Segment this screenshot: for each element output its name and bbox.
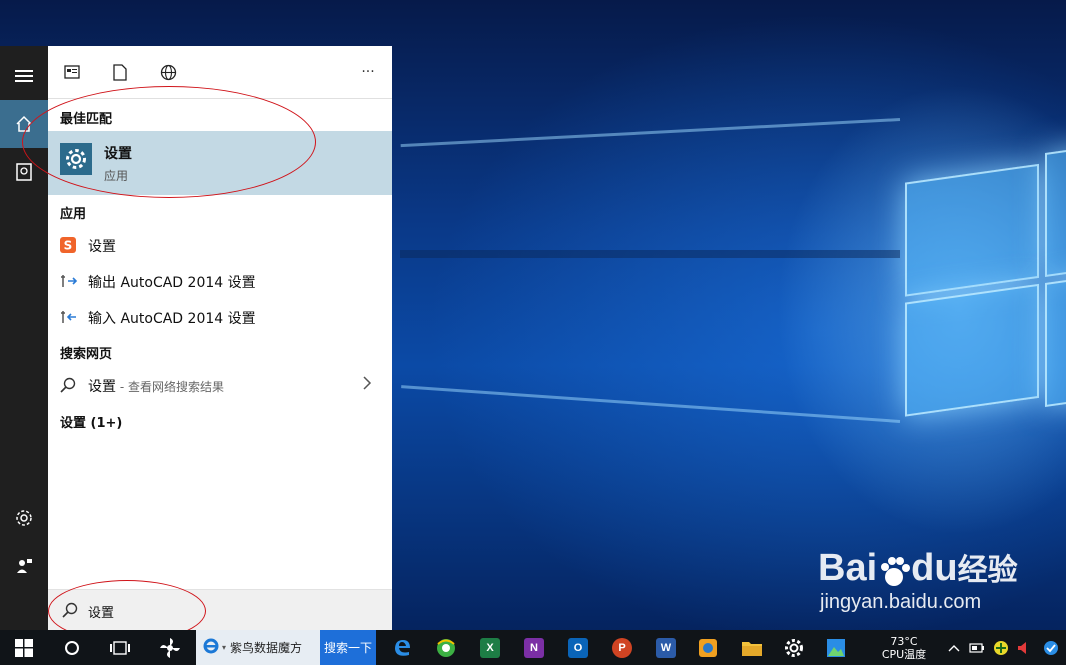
- watermark-cn: 经验: [957, 554, 1018, 587]
- annotation-ellipse: [22, 86, 316, 198]
- watermark-url: jingyan.baidu.com: [820, 591, 982, 613]
- taskbar-search-text: 紫鸟数据魔方: [230, 641, 303, 655]
- web-search-label: 设置 - 查看网络搜索结果: [88, 376, 224, 396]
- web-search-header: 搜索网页: [60, 347, 113, 362]
- list-item[interactable]: 输入 AutoCAD 2014 设置: [48, 299, 392, 335]
- word-icon[interactable]: W: [648, 630, 684, 665]
- taskbar-search-field[interactable]: ▾ 紫鸟数据魔方: [196, 630, 320, 665]
- search-icon: [60, 377, 76, 393]
- volume-muted-icon[interactable]: [1014, 630, 1036, 665]
- cortana-icon[interactable]: [52, 630, 92, 665]
- taskbar: ▾ 紫鸟数据魔方 搜索一下 X N O P W 73°C CPU温度: [0, 630, 1066, 665]
- file-explorer-icon[interactable]: [734, 630, 770, 665]
- edge-icon[interactable]: [384, 630, 420, 665]
- watermark-brand-2: du: [911, 547, 958, 589]
- sogou-s-icon: S: [60, 237, 76, 253]
- security-plus-icon[interactable]: [990, 630, 1012, 665]
- import-settings-icon: [60, 309, 76, 325]
- excel-icon[interactable]: X: [472, 630, 508, 665]
- dropdown-caret-icon: ▾: [222, 643, 227, 652]
- windows-logo-light: [895, 136, 1066, 424]
- battery-icon[interactable]: [966, 630, 988, 665]
- export-settings-icon: [60, 273, 78, 289]
- browser-green-icon[interactable]: [428, 630, 464, 665]
- globe-icon[interactable]: [158, 62, 178, 82]
- svg-text:S: S: [64, 239, 73, 253]
- app-item-label: 设置: [88, 239, 116, 255]
- powerpoint-icon[interactable]: P: [604, 630, 640, 665]
- ie-icon: [202, 637, 220, 659]
- onenote-icon[interactable]: N: [516, 630, 552, 665]
- web-search-item[interactable]: 设置 - 查看网络搜索结果: [48, 367, 392, 403]
- apps-view-icon[interactable]: [62, 62, 82, 82]
- cpu-temp-label: CPU温度: [881, 647, 927, 661]
- app-item-label: 输入 AutoCAD 2014 设置: [88, 311, 256, 327]
- feedback-icon[interactable]: [0, 542, 48, 590]
- web-search-suffix: - 查看网络搜索结果: [116, 380, 224, 394]
- settings-group-header[interactable]: 设置 (1+): [60, 412, 122, 431]
- start-button[interactable]: [0, 630, 48, 665]
- watermark-brand: Bai: [818, 547, 878, 589]
- task-view-icon[interactable]: [100, 630, 140, 665]
- cpu-temperature-widget[interactable]: 73°C CPU温度: [868, 630, 940, 665]
- paw-icon: [877, 555, 911, 586]
- outlook-icon[interactable]: O: [560, 630, 596, 665]
- settings-gear-icon[interactable]: [0, 494, 48, 542]
- app-item-label: 输出 AutoCAD 2014 设置: [88, 275, 256, 291]
- document-icon[interactable]: [110, 62, 130, 82]
- list-item[interactable]: S 设置: [48, 227, 392, 263]
- baidu-watermark: Bai du经验 jingyan.baidu.com: [818, 548, 1018, 614]
- apps-header: 应用: [60, 207, 87, 222]
- web-search-term: 设置: [88, 379, 116, 395]
- list-item[interactable]: 输出 AutoCAD 2014 设置: [48, 263, 392, 299]
- pinwheel-app-icon[interactable]: [150, 630, 190, 665]
- cpu-temp-value: 73°C: [890, 634, 918, 648]
- more-options-button[interactable]: ···: [358, 62, 378, 82]
- check-badge-icon[interactable]: [1040, 630, 1062, 665]
- image-app-icon[interactable]: [818, 630, 854, 665]
- chevron-right-icon[interactable]: [362, 375, 372, 394]
- hamburger-menu-icon[interactable]: [0, 52, 48, 100]
- settings-gear-icon[interactable]: [776, 630, 812, 665]
- show-hidden-icons-icon[interactable]: [944, 630, 964, 665]
- search-go-button[interactable]: 搜索一下: [320, 630, 376, 665]
- orange-app-icon[interactable]: [690, 630, 726, 665]
